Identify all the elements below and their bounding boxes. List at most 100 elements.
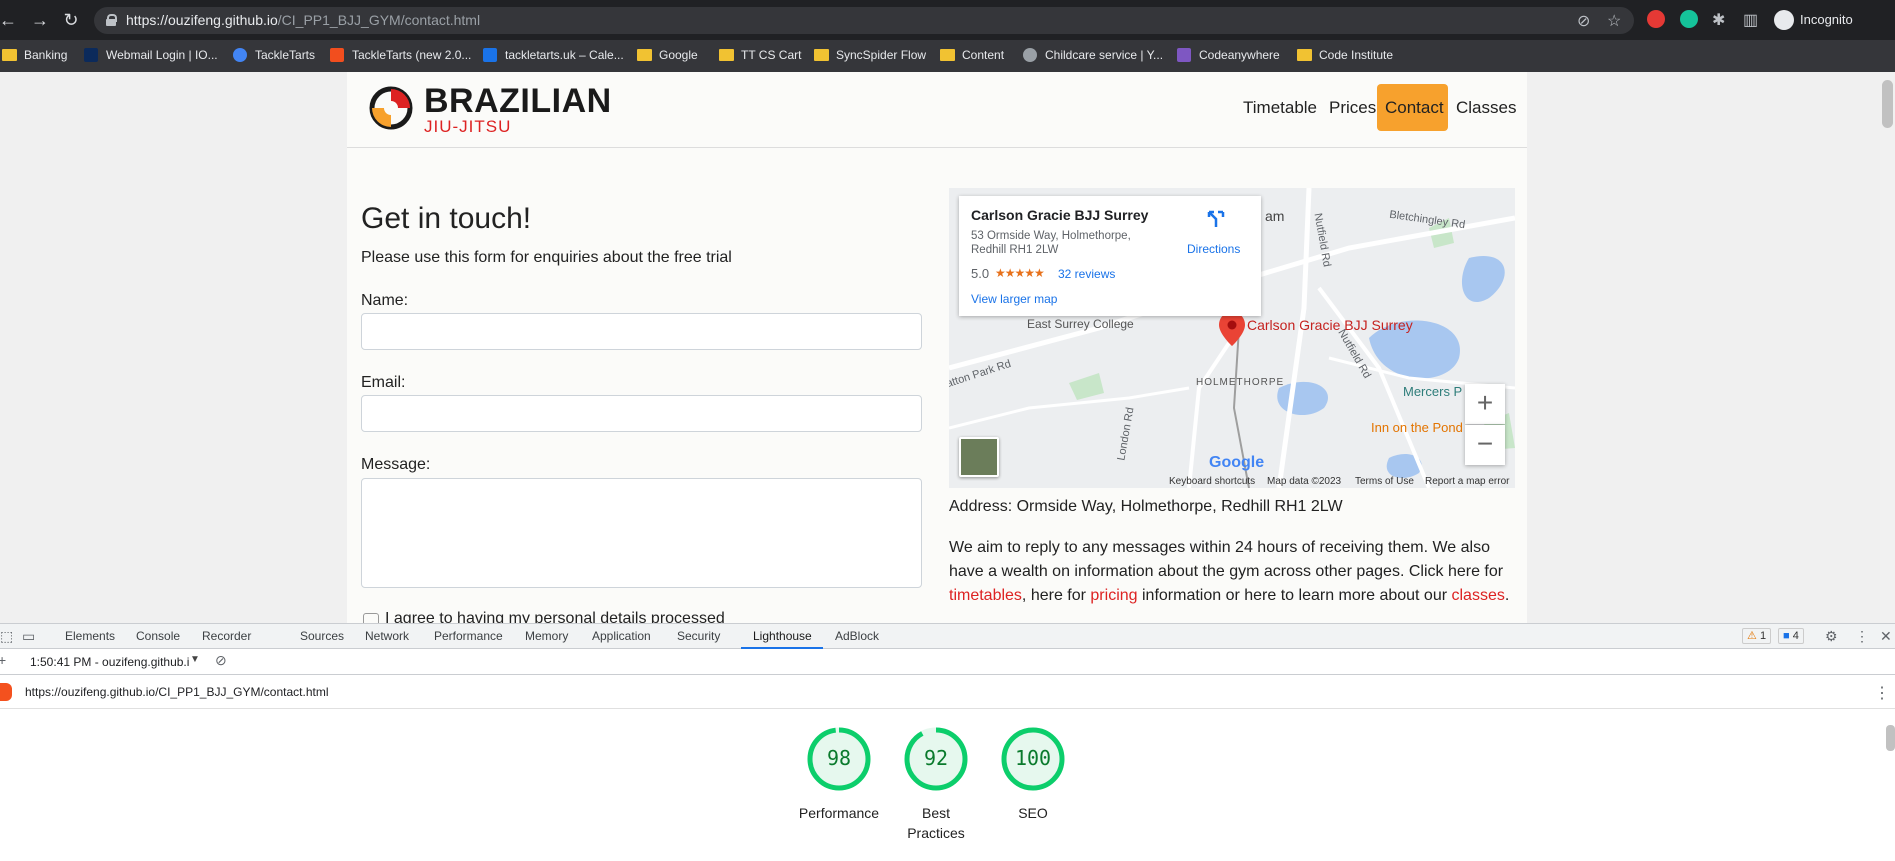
timetables-link[interactable]: timetables [949, 587, 1022, 604]
tab-application[interactable]: Application [592, 629, 651, 643]
directions-icon[interactable] [1206, 208, 1226, 228]
score-value: 92 [923, 746, 949, 770]
bookmark-tt-cs-cart[interactable]: TT CS Cart [719, 48, 801, 62]
settings-gear-icon[interactable]: ⚙ [1825, 628, 1838, 645]
report-selector[interactable]: 1:50:41 PM - ouzifeng.github.i [30, 655, 189, 669]
zoom-in-button[interactable]: + [1465, 384, 1505, 424]
view-larger-map-link[interactable]: View larger map [971, 292, 1057, 306]
page-scroll-thumb[interactable] [1882, 80, 1893, 128]
bookmark-tackletarts-calendar[interactable]: tackletarts.uk – Cale... [483, 48, 624, 62]
bookmark-childcare[interactable]: Childcare service | Y... [1023, 48, 1163, 62]
tab-memory[interactable]: Memory [525, 629, 568, 643]
consent-checkbox[interactable] [363, 613, 379, 623]
score-gauge-performance[interactable]: 98 [806, 726, 872, 792]
tab-network[interactable]: Network [365, 629, 409, 643]
map-stars-icon: ★★★★★ [995, 266, 1045, 280]
incognito-indicator[interactable]: Incognito [1772, 6, 1882, 34]
email-input[interactable] [361, 395, 922, 432]
tab-elements[interactable]: Elements [65, 629, 115, 643]
messages-count: 4 [1792, 630, 1799, 642]
classes-link[interactable]: classes [1452, 587, 1505, 604]
tab-recorder[interactable]: Recorder [202, 629, 251, 643]
zoom-out-button[interactable]: − [1465, 425, 1505, 465]
inspect-icon[interactable]: ⬚ [0, 628, 13, 645]
forward-icon[interactable]: → [28, 8, 52, 32]
bookmark-star-icon[interactable]: ☆ [1607, 11, 1621, 31]
dropdown-chevron-icon[interactable]: ▼ [190, 654, 200, 665]
back-icon[interactable]: ← [0, 8, 20, 32]
tab-lighthouse[interactable]: Lighthouse [753, 629, 812, 643]
name-input[interactable] [361, 313, 922, 350]
paragraph-text: information or here to learn more about … [1137, 587, 1452, 604]
consent-label: I agree to having my personal details pr… [385, 610, 725, 623]
logo-title[interactable]: BRAZILIAN [424, 82, 612, 121]
terms-link[interactable]: Terms of Use [1355, 476, 1414, 487]
tab-sources[interactable]: Sources [300, 629, 344, 643]
satellite-toggle[interactable] [959, 437, 999, 477]
messages-badge[interactable]: ■ 4 [1778, 628, 1804, 644]
warnings-badge[interactable]: ⚠ 1 [1742, 628, 1772, 644]
folder-icon [940, 49, 955, 61]
folder-icon [2, 49, 17, 61]
message-textarea[interactable] [361, 478, 922, 588]
map-address-line: 53 Ormside Way, Holmethorpe, [971, 230, 1131, 242]
contact-paragraph: We aim to reply to any messages within 2… [949, 536, 1515, 608]
tab-console[interactable]: Console [136, 629, 180, 643]
nav-prices[interactable]: Prices [1329, 98, 1376, 118]
score-gauge-seo[interactable]: 100 [1000, 726, 1066, 792]
device-toolbar-icon[interactable]: ▭ [22, 628, 35, 645]
bookmark-content[interactable]: Content [940, 48, 1004, 62]
tackletarts-icon [233, 48, 247, 62]
logo-subtitle[interactable]: JIU-JITSU [424, 117, 511, 137]
extensions-puzzle-icon[interactable]: ✱ [1712, 10, 1725, 30]
google-map[interactable]: am Bletchingley Rd Nutfield Rd Nutfield … [949, 188, 1515, 488]
keyboard-shortcuts-link[interactable]: Keyboard shortcuts [1169, 476, 1255, 487]
globe-icon [1023, 48, 1037, 62]
tab-security[interactable]: Security [677, 629, 720, 643]
bookmark-tackletarts-new[interactable]: TackleTarts (new 2.0... [330, 48, 471, 62]
map-pin-label[interactable]: Carlson Gracie BJJ Surrey [1247, 317, 1413, 333]
lock-icon[interactable] [106, 14, 117, 26]
directions-link[interactable]: Directions [1187, 242, 1240, 256]
tab-performance[interactable]: Performance [434, 629, 503, 643]
side-panel-icon[interactable]: ▥ [1743, 10, 1758, 30]
bookmark-syncspider[interactable]: SyncSpider Flow [814, 48, 926, 62]
bookmark-google[interactable]: Google [637, 48, 698, 62]
extension-grammarly-icon[interactable] [1680, 10, 1698, 28]
page-scrollbar[interactable] [1880, 72, 1895, 623]
lighthouse-icon [0, 683, 12, 701]
pricing-link[interactable]: pricing [1090, 587, 1137, 604]
logo-icon[interactable] [369, 86, 413, 130]
url-text[interactable]: https://ouzifeng.github.io/CI_PP1_BJJ_GY… [126, 12, 480, 28]
tab-adblock[interactable]: AdBlock [835, 629, 879, 643]
report-menu-icon[interactable]: ⋮ [1874, 683, 1890, 703]
nav-timetable[interactable]: Timetable [1243, 98, 1317, 118]
bookmark-tackletarts[interactable]: TackleTarts [233, 48, 315, 62]
new-report-icon[interactable]: + [0, 652, 6, 668]
nav-contact[interactable]: Contact [1385, 98, 1444, 118]
map-place-name: Carlson Gracie BJJ Surrey [971, 207, 1149, 223]
bookmark-label: Code Institute [1319, 48, 1394, 62]
close-devtools-icon[interactable]: ✕ [1880, 628, 1892, 645]
bookmark-banking[interactable]: Banking [2, 48, 67, 62]
page-viewport: BRAZILIAN JIU-JITSU Timetable Prices Con… [0, 72, 1895, 623]
clear-icon[interactable]: ⊘ [215, 652, 227, 669]
map-reviews-link[interactable]: 32 reviews [1058, 267, 1115, 281]
bookmark-code-institute[interactable]: Code Institute [1297, 48, 1393, 62]
bookmark-codeanywhere[interactable]: Codeanywhere [1177, 48, 1280, 62]
bookmark-webmail[interactable]: Webmail Login | IO... [84, 48, 218, 62]
report-url[interactable]: https://ouzifeng.github.io/CI_PP1_BJJ_GY… [25, 685, 329, 699]
form-lead: Please use this form for enquiries about… [361, 249, 732, 266]
report-scrollbar[interactable] [1886, 725, 1895, 751]
nav-classes[interactable]: Classes [1456, 98, 1516, 118]
eye-slash-icon[interactable]: ⊘ [1577, 11, 1590, 31]
score-gauge-best-practices[interactable]: 92 [903, 726, 969, 792]
email-label: Email: [361, 374, 406, 391]
map-footer: Keyboard shortcuts Map data ©2023 Terms … [949, 474, 1515, 488]
address-bar[interactable]: https://ouzifeng.github.io/CI_PP1_BJJ_GY… [94, 7, 1634, 34]
reload-icon[interactable]: ↻ [59, 8, 83, 32]
more-options-icon[interactable]: ⋮ [1855, 628, 1869, 645]
map-pin-icon[interactable] [1219, 312, 1245, 346]
report-map-error-link[interactable]: Report a map error [1425, 476, 1509, 487]
extension-adblock-icon[interactable] [1647, 10, 1665, 28]
